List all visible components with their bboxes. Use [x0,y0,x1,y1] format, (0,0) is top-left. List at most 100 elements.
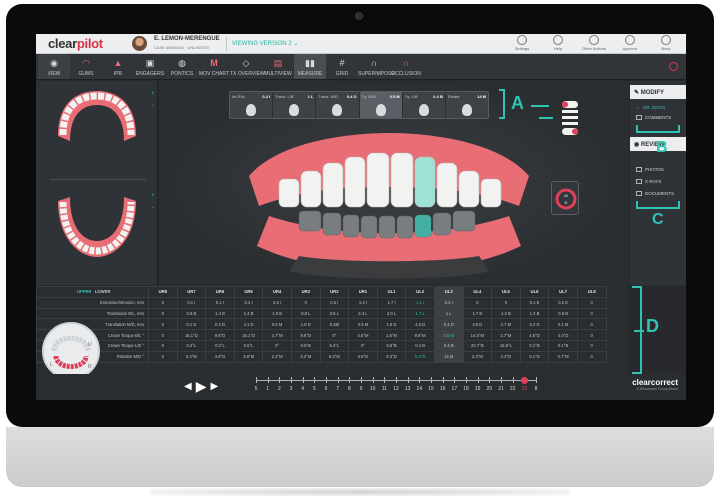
table-cell[interactable]: 6.3°D [376,350,407,363]
table-cell[interactable]: 0.1 D [176,318,207,331]
other-actions-button[interactable]: Other Actions [580,35,608,51]
table-cell[interactable]: 0.8 L [319,307,350,320]
table-cell[interactable]: 0.2°L [205,339,235,352]
table-cell[interactable]: 1 L [433,307,464,320]
table-cell[interactable]: 3.8°D [205,350,235,363]
table-cell[interactable]: 1.4 B [205,307,235,320]
table-cell[interactable]: 0.8 B [548,307,578,320]
table-cell[interactable]: 0.2 E [548,296,578,309]
timeline-stage-label[interactable]: 14 [413,386,425,392]
table-cell[interactable]: 3.3°M [290,350,321,363]
table-cell[interactable]: 0 [576,307,607,320]
tool-mov-chart[interactable]: M MOV CHART [198,54,230,79]
table-cell[interactable]: 2.3°M [462,350,493,363]
table-cell[interactable]: 0 [148,296,178,309]
table-cell[interactable]: 0 [148,318,178,331]
tool-gums[interactable]: ◠ GUMS [70,54,102,79]
column-header[interactable]: UL3 [433,286,464,298]
table-cell[interactable]: 15.1°D [233,329,264,341]
tool-tx-overview[interactable]: ◇ TX OVERVIEW [230,54,265,79]
timeline-stage-label[interactable]: 19 [472,386,484,392]
table-cell[interactable]: 2.7°M [491,329,521,341]
table-cell[interactable]: 0.7°M [548,350,578,363]
tool-engagers[interactable]: ▣ ENGAGERS [134,54,166,79]
table-cell[interactable]: 0.2°L [176,339,207,352]
table-cell[interactable]: 0 [576,318,607,331]
table-cell[interactable]: 1.2 B [491,307,521,320]
table-cell[interactable]: 9.6°B [376,339,407,352]
table-cell[interactable]: 4.0°D [548,329,578,341]
timeline-stage-label[interactable]: 10 [367,386,379,392]
previous-stage-button[interactable]: ◀ [184,381,192,392]
column-header[interactable]: UL8 [576,286,607,298]
dr-edits-item[interactable]: ☼ DR. EDITS [636,105,665,110]
column-header[interactable]: UL6 [519,286,550,298]
approve-button[interactable]: Approve [616,35,644,51]
table-cell[interactable]: 4.7°M [262,329,292,341]
timeline-stage-label[interactable]: 6 [320,386,332,392]
tool-view[interactable]: ◉ VIEW [38,54,70,79]
table-cell[interactable]: 0.4M [319,318,350,331]
timeline-stage-label[interactable]: 2 [273,386,285,392]
table-cell[interactable]: 5.3°D [405,350,435,363]
table-cell[interactable]: 9.6°D [205,329,235,341]
table-cell[interactable]: 2.4 L [348,307,378,320]
table-cell[interactable]: 4.5°M [348,329,378,341]
measure-tq-md[interactable]: Tq. M/D 0.5 M [359,92,403,118]
tool-superimpose[interactable]: ∩ SUPERIMPOSE [358,54,395,79]
movement-ring-control[interactable]: M D [551,181,579,215]
table-cell[interactable]: 0.4 B [433,339,464,352]
table-cell[interactable]: 0.2 I [233,296,264,309]
measure-trans-md[interactable]: Trans. M/D 0.4 D [316,92,360,118]
documents-item[interactable]: DOCUMENTS [636,191,674,196]
column-header[interactable]: UL4 [462,286,493,298]
table-cell[interactable]: 0 [148,339,178,352]
timeline-stage-label[interactable]: 13 [402,386,414,392]
arch-map[interactable]: L U R [42,322,100,380]
table-cell[interactable]: 0.5°B [290,339,321,352]
table-cell[interactable]: 0.5 I [319,296,350,309]
timeline-stage-label[interactable]: 4 [297,386,309,392]
table-cell[interactable]: 0.2 I [262,296,292,309]
timeline-stage-label[interactable]: 20 [483,386,495,392]
timeline-stage-label[interactable]: 12 [390,386,402,392]
lower-arch-view[interactable] [58,197,136,257]
column-header[interactable]: UL7 [548,286,578,298]
table-cell[interactable]: 1.5°M [376,329,407,341]
table-cell[interactable]: 0.1 M [548,318,578,331]
timeline-stage-label[interactable]: 17 [448,386,460,392]
timeline-stage-label[interactable]: 16 [437,386,449,392]
timeline-stage-label[interactable]: 9 [355,386,367,392]
timeline-stage-label[interactable]: 1 [262,386,274,392]
table-cell[interactable]: 0.5 M [433,329,464,341]
table-cell[interactable]: 0° [319,329,350,341]
table-cell[interactable]: 3.8°M [233,350,264,363]
table-cell[interactable]: 0.1 I [176,296,207,309]
table-cell[interactable]: 1.4 B [233,307,264,320]
table-cell[interactable]: 0.1 E [519,296,550,309]
table-cell[interactable]: 0.5°L [233,339,264,352]
table-cell[interactable]: 5.3°M [176,350,207,363]
table-cell[interactable]: 0.1 I [205,296,235,309]
timeline-stage-label[interactable]: 18 [460,386,472,392]
table-cell[interactable]: 4.1 D [233,318,264,331]
timeline-stage-label[interactable]: 5 [308,386,320,392]
table-cell[interactable]: 0 [148,307,178,320]
column-header[interactable]: UL2 [405,286,435,298]
table-cell[interactable]: 6.3°M [319,350,350,363]
table-cell[interactable]: 2.3°M [262,350,292,363]
table-cell[interactable]: 15.6°L [491,339,521,352]
zoom-in-upper-button[interactable]: + [151,91,155,97]
table-cell[interactable]: 5.4°L [319,339,350,352]
alert-icon[interactable] [669,62,678,71]
timeline-stage-label[interactable]: 8 [530,386,542,392]
table-cell[interactable]: 1.7 I [376,296,407,309]
help-button[interactable]: Help [544,35,572,51]
table-cell[interactable]: 0.9 B [176,307,207,320]
arch-selector[interactable]: UPPER LOWER [36,286,149,298]
measure-trans-lb[interactable]: Trans. L/B 1 L [273,92,317,118]
table-cell[interactable]: 0.3 D [205,318,235,331]
zoom-out-upper-button[interactable]: − [151,103,155,109]
table-cell[interactable]: 0° [348,339,378,352]
table-cell[interactable]: 4.5°D [519,329,550,341]
